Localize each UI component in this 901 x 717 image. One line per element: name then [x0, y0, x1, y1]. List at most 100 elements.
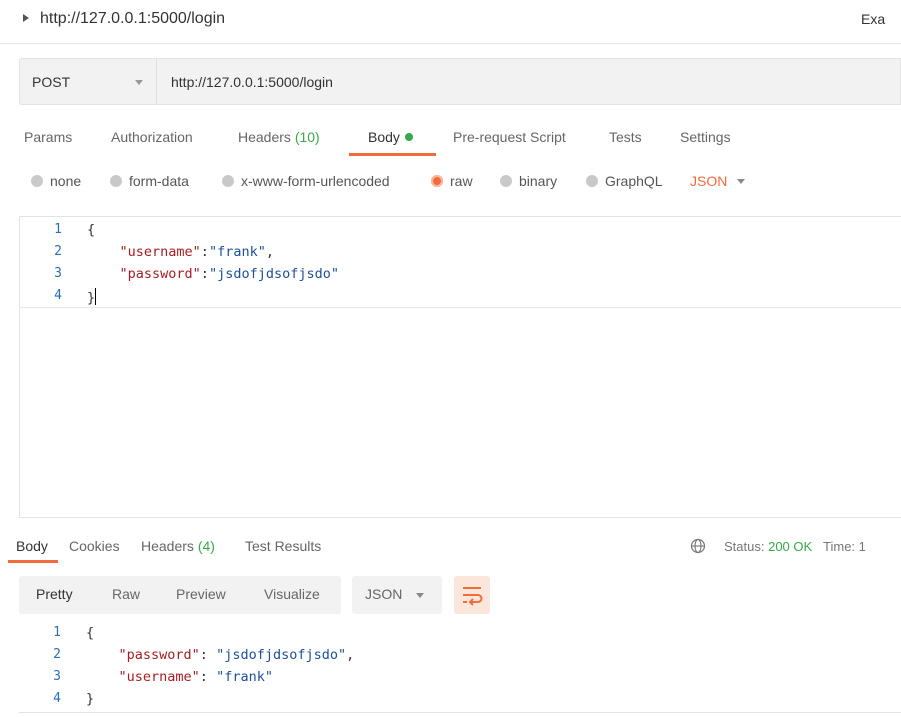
code-line-active: 4 } [20, 286, 901, 308]
code-line: 1 { [19, 623, 901, 645]
text-cursor [95, 288, 97, 305]
headers-count: (4) [197, 538, 215, 554]
tab-settings[interactable]: Settings [680, 129, 731, 145]
format-label: JSON [365, 586, 403, 602]
json-key: "password" [119, 266, 201, 282]
view-raw-button[interactable]: Raw [112, 586, 140, 602]
json-colon: : [199, 647, 217, 663]
request-body-editor[interactable]: 1 { 2 "username":"frank", 3 "password":"… [19, 216, 901, 518]
radio-icon [110, 175, 122, 187]
tab-body[interactable]: Body [368, 129, 413, 145]
json-value: "frank" [216, 669, 273, 685]
radio-x-www-form-urlencoded[interactable]: x-www-form-urlencoded [222, 173, 390, 189]
response-body-viewer[interactable]: 1 { 2 "password": "jsdofjdsofjsdo", 3 "u… [19, 623, 901, 713]
active-tab-underline [349, 153, 436, 156]
json-colon: : [200, 244, 209, 260]
code-line: 3 "password":"jsdofjdsofjsdo" [20, 264, 901, 286]
tab-label: Headers [238, 129, 291, 145]
response-tabs: Body Cookies Headers (4) Test Results St… [0, 528, 901, 564]
body-indicator-dot [404, 133, 413, 141]
word-wrap-button[interactable] [454, 576, 490, 614]
json-comma: , [265, 244, 274, 260]
status-label: Status: [724, 539, 765, 554]
radio-icon [222, 175, 234, 187]
radio-graphql[interactable]: GraphQL [586, 173, 663, 189]
globe-icon[interactable] [690, 538, 706, 554]
radio-label: none [50, 173, 82, 189]
line-number: 4 [53, 691, 61, 706]
code-line: 2 "username":"frank", [20, 242, 901, 264]
brace: } [86, 691, 95, 707]
url-bar: POST http://127.0.0.1:5000/login [19, 58, 901, 105]
tab-label: Authorization [111, 129, 193, 145]
radio-binary[interactable]: binary [500, 173, 557, 189]
radio-label: x-www-form-urlencoded [241, 173, 390, 189]
request-title-bar: http://127.0.0.1:5000/login Exa [0, 0, 901, 44]
response-tab-test-results[interactable]: Test Results [245, 538, 321, 554]
line-number: 3 [54, 266, 62, 281]
radio-raw[interactable]: raw [431, 173, 473, 189]
chevron-down-icon [416, 593, 424, 598]
url-input[interactable]: http://127.0.0.1:5000/login [171, 74, 333, 90]
line-number: 4 [54, 288, 62, 303]
json-value: "jsdofjdsofjsdo" [216, 647, 347, 663]
view-visualize-button[interactable]: Visualize [264, 586, 320, 602]
code-line: 2 "password": "jsdofjdsofjsdo", [19, 645, 901, 667]
view-pretty-button[interactable]: Pretty [36, 586, 73, 602]
radio-label: binary [519, 173, 558, 189]
json-colon: : [200, 266, 209, 282]
brace: { [86, 625, 95, 641]
view-mode-group: Pretty Raw Preview Visualize [19, 576, 341, 614]
response-tab-body[interactable]: Body [16, 538, 48, 554]
method-label: POST [32, 74, 71, 90]
line-number: 1 [54, 222, 62, 237]
response-tab-cookies[interactable]: Cookies [69, 538, 120, 554]
request-title[interactable]: http://127.0.0.1:5000/login [40, 10, 225, 28]
json-value: "jsdofjdsofjsdo" [208, 266, 339, 282]
tab-label: Body [16, 538, 48, 554]
tab-label: Headers [141, 538, 194, 554]
examples-link[interactable]: Exa [861, 11, 885, 27]
code-line: 3 "username": "frank" [19, 667, 901, 689]
response-format-dropdown[interactable]: JSON [352, 576, 442, 614]
status-value: 200 OK [768, 539, 813, 554]
format-label: JSON [690, 173, 728, 189]
radio-label: form-data [129, 173, 189, 189]
tab-label: Body [368, 129, 400, 145]
tab-label: Params [24, 129, 73, 145]
radio-form-data[interactable]: form-data [110, 173, 189, 189]
time-label: Time: 1 [823, 539, 866, 554]
request-tabs: Params Authorization Headers (10) Body P… [0, 118, 901, 160]
expand-caret-icon[interactable] [23, 14, 29, 22]
word-wrap-icon [463, 587, 483, 606]
chevron-down-icon [135, 80, 143, 85]
radio-label: raw [450, 173, 473, 189]
method-dropdown[interactable]: POST [20, 59, 157, 104]
tab-params[interactable]: Params [24, 129, 72, 145]
line-number: 3 [53, 669, 61, 684]
response-toolbar: Pretty Raw Preview Visualize JSON [19, 576, 901, 614]
response-tab-headers[interactable]: Headers (4) [141, 538, 215, 554]
radio-icon [500, 175, 512, 187]
json-value: "frank" [208, 244, 266, 260]
body-type-options: none form-data x-www-form-urlencoded raw… [0, 166, 901, 198]
body-format-dropdown[interactable]: JSON [690, 173, 746, 189]
tab-headers[interactable]: Headers (10) [238, 129, 320, 145]
tab-tests[interactable]: Tests [609, 129, 642, 145]
tab-label: Tests [609, 129, 642, 145]
json-comma: , [346, 647, 355, 663]
tab-pre-request-script[interactable]: Pre-request Script [453, 129, 566, 145]
response-status: Status: 200 OK Time: 1 [724, 539, 866, 554]
radio-label: GraphQL [605, 173, 663, 189]
radio-selected-icon [431, 175, 443, 187]
view-preview-button[interactable]: Preview [176, 586, 226, 602]
json-colon: : [199, 669, 217, 685]
tab-authorization[interactable]: Authorization [111, 129, 193, 145]
radio-none[interactable]: none [31, 173, 81, 189]
headers-count: (10) [294, 129, 320, 145]
json-key: "username" [118, 669, 200, 685]
active-tab-underline [8, 560, 58, 563]
json-key: "username" [119, 244, 201, 260]
tab-label: Test Results [245, 538, 322, 554]
tab-label: Cookies [69, 538, 120, 554]
